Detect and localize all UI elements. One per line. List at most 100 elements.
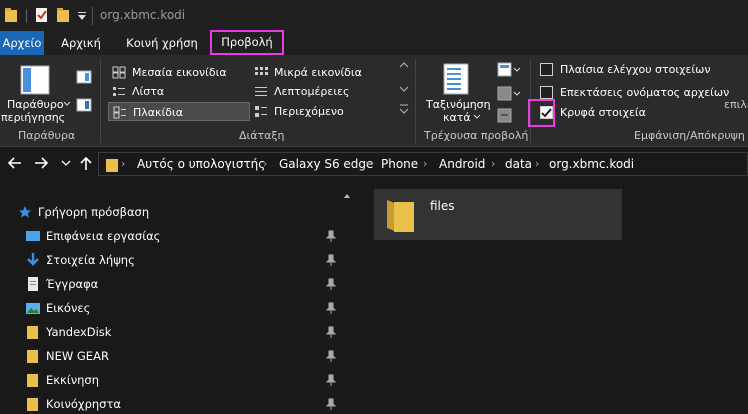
nav-item-label: YandexDisk	[46, 325, 112, 339]
size-columns-icon[interactable]	[497, 108, 513, 124]
breadcrumb-this-pc[interactable]: Αυτός ο υπολογιστής	[137, 157, 265, 171]
pin-icon[interactable]	[326, 302, 336, 314]
nav-item-pictures[interactable]: Εικόνες	[0, 296, 340, 320]
nav-item-startup[interactable]: Εκκίνηση	[0, 368, 340, 392]
scroll-up-icon[interactable]	[344, 194, 350, 198]
layout-item-label: Λίστα	[132, 85, 165, 98]
up-arrow-icon[interactable]	[78, 155, 94, 171]
preview-pane-icon[interactable]	[76, 70, 92, 84]
ribbon-tabs: Αρχείο Αρχική Κοινή χρήση Προβολή	[0, 30, 748, 55]
nav-quick-access[interactable]: Γρήγορη πρόσβαση	[0, 200, 340, 224]
breadcrumb-chevron-icon[interactable]: ›	[365, 157, 369, 170]
tab-home[interactable]: Αρχική	[56, 31, 106, 55]
star-icon	[19, 206, 31, 218]
navigation-pane-icon[interactable]	[20, 65, 50, 95]
layout-small-icons[interactable]: Μικρά εικονίδια	[250, 63, 390, 82]
pin-icon[interactable]	[326, 374, 336, 386]
nav-item-desktop[interactable]: Επιφάνεια εργασίας	[0, 224, 340, 248]
sort-by-icon[interactable]	[443, 63, 469, 95]
group-separator	[100, 59, 101, 143]
breadcrumb-current[interactable]: org.xbmc.kodi	[549, 157, 634, 171]
navigation-pane-scrollbar[interactable]	[343, 190, 351, 414]
pin-icon[interactable]	[326, 350, 336, 362]
ribbon: Παράθυρο περιήγησης Παράθυρα Μεσαία εικο…	[0, 55, 748, 147]
nav-item-new-gear[interactable]: NEW GEAR	[0, 344, 340, 368]
list-icon	[113, 87, 125, 96]
folder-icon	[106, 159, 118, 172]
small-icons-icon	[255, 67, 268, 75]
layout-medium-icons[interactable]: Μεσαία εικονίδια	[108, 63, 248, 82]
chevron-down-icon[interactable]	[472, 112, 482, 122]
file-list: files	[352, 180, 748, 414]
address-bar[interactable]: › Αυτός ο υπολογιστής › Galaxy S6 edge ›…	[98, 152, 748, 176]
sort-by-label-2[interactable]: κατά	[443, 111, 471, 124]
breadcrumb-chevron-icon[interactable]: ›	[535, 157, 539, 170]
item-checkboxes-label[interactable]: Πλαίσια ελέγχου στοιχείων	[560, 63, 710, 76]
nav-item-documents[interactable]: Έγγραφα	[0, 272, 340, 296]
recent-locations-chevron-icon[interactable]	[60, 155, 72, 171]
breadcrumb-data[interactable]: data	[505, 157, 532, 171]
nav-item-label: Εκκίνηση	[46, 373, 100, 387]
title-bar: org.xbmc.kodi	[0, 0, 748, 31]
pin-icon[interactable]	[326, 254, 336, 266]
nav-item-downloads[interactable]: Στοιχεία λήψης	[0, 248, 340, 272]
nav-item-shared[interactable]: Κοινόχρηστα	[0, 392, 340, 414]
layout-tiles[interactable]: Πλακίδια	[108, 102, 250, 121]
breadcrumb-android[interactable]: Android	[439, 157, 485, 171]
breadcrumb-phone[interactable]: Phone	[381, 157, 418, 171]
customize-toolbar-icon[interactable]	[76, 7, 88, 23]
breadcrumb-chevron-icon[interactable]: ›	[121, 157, 125, 170]
navigation-pane-label-1[interactable]: Παράθυρο	[7, 98, 64, 111]
breadcrumb-chevron-icon[interactable]: ›	[423, 157, 427, 170]
pin-icon[interactable]	[326, 230, 336, 242]
details-icon	[255, 87, 267, 96]
properties-icon[interactable]	[34, 7, 50, 23]
navigation-pane-label-2[interactable]: περιήγησης	[1, 111, 65, 124]
layout-list[interactable]: Λίστα	[108, 82, 248, 101]
nav-item-label: Εικόνες	[46, 301, 91, 315]
nav-item-yandexdisk[interactable]: YandexDisk	[0, 320, 340, 344]
layout-details[interactable]: Λεπτομέρειες	[250, 82, 390, 101]
tiles-icon	[113, 106, 126, 119]
folder-icon[interactable]	[4, 7, 18, 23]
back-arrow-icon[interactable]	[6, 155, 24, 171]
nav-item-label: Επιφάνεια εργασίας	[46, 229, 161, 243]
file-extensions-checkbox[interactable]	[540, 86, 553, 99]
chevron-up-icon[interactable]	[399, 62, 409, 68]
layout-gallery-scroll[interactable]	[398, 59, 410, 119]
folder-icon	[27, 398, 38, 411]
hide-selected-label[interactable]: επιλε	[724, 98, 748, 111]
breadcrumb-device[interactable]: Galaxy S6 edge	[279, 157, 373, 171]
chevron-down-icon[interactable]	[62, 99, 72, 109]
new-folder-icon[interactable]	[56, 7, 70, 23]
forward-arrow-icon[interactable]	[32, 155, 50, 171]
breadcrumb-chevron-icon[interactable]: ›	[263, 157, 267, 170]
hidden-items-highlight	[528, 99, 555, 127]
chevron-down-icon[interactable]	[399, 86, 409, 92]
file-extensions-label[interactable]: Επεκτάσεις ονόματος αρχείων	[560, 86, 729, 99]
pin-icon[interactable]	[326, 326, 336, 338]
item-checkboxes-checkbox[interactable]	[540, 63, 553, 76]
folder-icon	[27, 374, 38, 387]
tab-file[interactable]: Αρχείο	[0, 31, 44, 55]
file-tile[interactable]: files	[374, 189, 622, 240]
layout-content[interactable]: Περιεχόμενο	[250, 102, 390, 121]
folder-icon	[27, 350, 38, 363]
add-columns-icon[interactable]	[497, 86, 523, 102]
layout-group-label: Διάταξη	[239, 129, 285, 142]
expand-gallery-icon[interactable]	[399, 104, 409, 114]
sort-by-label-1[interactable]: Ταξινόμηση	[426, 98, 491, 111]
layout-item-label: Λεπτομέρειες	[274, 85, 350, 98]
details-pane-icon[interactable]	[76, 98, 92, 112]
pin-icon[interactable]	[326, 398, 336, 410]
nav-item-label: Έγγραφα	[46, 277, 99, 291]
group-by-icon[interactable]	[497, 62, 523, 78]
hidden-items-label[interactable]: Κρυφά στοιχεία	[560, 106, 646, 119]
medium-icons-icon	[112, 66, 126, 79]
tab-share[interactable]: Κοινή χρήση	[118, 31, 206, 55]
folder-icon	[387, 200, 414, 232]
nav-item-label: Στοιχεία λήψης	[46, 253, 135, 267]
tab-view[interactable]: Προβολή	[210, 30, 284, 55]
pin-icon[interactable]	[326, 278, 336, 290]
breadcrumb-chevron-icon[interactable]: ›	[491, 157, 495, 170]
